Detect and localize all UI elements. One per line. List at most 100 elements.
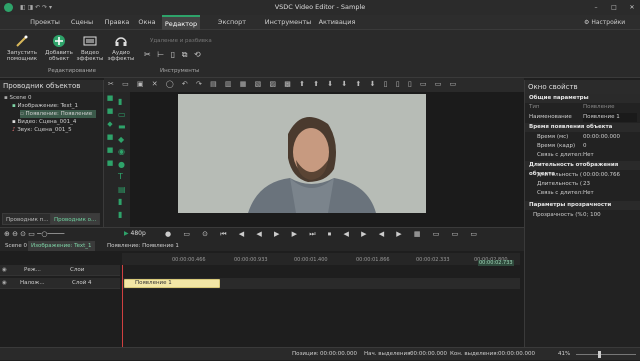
tab-project-explorer[interactable]: Проводник п... — [2, 213, 53, 225]
menu-activation[interactable]: Активация — [316, 15, 358, 30]
ruler-tick: 00:00:02.333 — [416, 257, 450, 263]
person-image — [178, 94, 426, 213]
transparency-section[interactable]: Параметры прозрачности — [525, 201, 640, 210]
wand-icon — [16, 35, 28, 47]
selection-end-value: 00:00:00.000 — [498, 351, 535, 357]
track-layer-label: Слой 4 — [72, 280, 92, 286]
menu-projects[interactable]: Проекты — [28, 15, 62, 30]
add-object-button[interactable]: Добавить объект — [44, 34, 74, 62]
properties-panel: Окно свойств Общие параметры Тип Появлен… — [524, 80, 640, 347]
ruler-tick: 00:00:00.933 — [234, 257, 268, 263]
title-bar: ◧ ◨ ↶ ↷ ▾ VSDC Video Editor - Sample – □… — [0, 0, 640, 15]
link-label: Связь с длител: — [537, 152, 583, 158]
duration-section[interactable]: Длительность отображения объекта — [525, 161, 640, 177]
video-effects-label: Видео эффекты — [76, 50, 104, 62]
settings-button[interactable]: ⚙ Настройки — [584, 15, 638, 30]
track-row[interactable]: ◉ Налож... Слой 4 — [0, 278, 120, 289]
resolution-select[interactable]: ▶ 480p — [124, 230, 158, 240]
maximize-button[interactable]: □ — [606, 0, 622, 15]
dur-ms-label: Длительность ( — [537, 172, 583, 178]
timeline-header-row: ◉ Реж... Слои — [0, 265, 120, 276]
menu-edit[interactable]: Правка — [102, 15, 132, 30]
header-layers-label: Слои — [70, 267, 85, 273]
tree-item-image[interactable]: ▪ Изображение: Text_1 — [12, 102, 78, 110]
tree-item-video[interactable]: ▪ Видео: Сцена_001_4 — [12, 118, 76, 126]
close-button[interactable]: ✕ — [624, 0, 640, 15]
timeline-ruler[interactable]: 00:00:00.466 00:00:00.933 00:00:01.400 0… — [122, 253, 520, 266]
zoom-controls[interactable]: ⊕ ⊖ ⊙ ▭ ─○──── — [4, 230, 84, 240]
general-section[interactable]: Общие параметры — [525, 94, 640, 103]
header-mode-label: Реж... — [24, 267, 41, 273]
add-object-label: Добавить объект — [45, 50, 73, 62]
launch-wizard-label: Запустить помощник — [6, 50, 38, 62]
object-explorer-title: Проводник объектов — [0, 80, 103, 92]
end-marker[interactable]: 00:00:02.733 — [478, 260, 514, 266]
zoom-slider-handle[interactable] — [598, 351, 601, 358]
object-explorer-panel: Проводник объектов ▪ Scene 0 ▪ Изображен… — [0, 80, 104, 227]
dur-frame-value[interactable]: 23 — [583, 180, 590, 189]
menu-windows[interactable]: Окна — [134, 15, 160, 30]
tree-item-appearance[interactable]: ▫ Появление: Появление — [20, 110, 97, 118]
time-frame-value[interactable]: 0 — [583, 142, 587, 151]
time-frame-label: Время (кадр) — [537, 143, 576, 149]
tab-appearance[interactable]: Появление: Появление 1 — [104, 241, 182, 251]
col-name-label: Тип — [529, 104, 540, 110]
selection-end-label: Кон. выделения: — [450, 351, 499, 357]
dur-frame-label: Длительность ( — [537, 181, 583, 187]
video-frame[interactable] — [178, 94, 426, 213]
link-value[interactable]: Нет — [583, 151, 594, 160]
position-value: 00:00:00.000 — [320, 351, 357, 357]
eye-icon[interactable]: ◉ — [2, 265, 7, 276]
status-bar: Позиция: 00:00:00.000 Нач. выделения: 00… — [0, 347, 640, 360]
menu-editor[interactable]: Редактор — [162, 15, 200, 30]
menu-bar: Проекты Сцены Правка Окна Редактор Экспо… — [0, 15, 640, 41]
launch-wizard-button[interactable]: Запустить помощник — [4, 34, 40, 62]
quick-access-icons[interactable]: ◧ ◨ ↶ ↷ ▾ — [20, 4, 68, 11]
window-title: VSDC Video Editor - Sample — [274, 3, 366, 11]
audio-effects-button[interactable]: Аудио эффекты — [106, 34, 136, 62]
tab-image-text[interactable]: Изображение: Text_1 — [28, 241, 95, 251]
zoom-slider[interactable] — [576, 351, 636, 358]
cut-tools-icons[interactable]: ✂ ⊢ ▯ ⧉ ⟲ — [144, 50, 224, 60]
group-editing-label: Редактирование — [48, 68, 96, 74]
selection-start-label: Нач. выделения: — [364, 351, 413, 357]
playhead[interactable] — [122, 265, 123, 347]
play-small-icon: ▶ — [124, 230, 129, 237]
ruler-tick: 00:00:00.466 — [172, 257, 206, 263]
time-ms-value[interactable]: 00:00:00.000 — [583, 133, 620, 142]
clip-label: Появление 1 — [135, 280, 172, 286]
clip-appearance[interactable]: Появление 1 — [124, 279, 220, 288]
resolution-label: 480p — [130, 230, 146, 237]
tree-item-scene[interactable]: ▪ Scene 0 — [4, 94, 32, 102]
menu-scenes[interactable]: Сцены — [66, 15, 98, 30]
video-effects-button[interactable]: Видео эффекты — [76, 34, 104, 62]
vertical-tool-icons[interactable]: ▮ ▭ ▬ ◆ ◉ ● T ▤ ▮ ▮ — [118, 96, 128, 221]
toolbar-icons[interactable]: ✂ ▭ ▣ ✕ ◯ ↶ ↷ ▤ ▥ ▦ ▧ ▨ ▩ ⬆ ⬆ ⬇ ⬇ ⬆ ⬇ ▯ … — [108, 80, 520, 90]
minimize-button[interactable]: – — [588, 0, 604, 15]
dur-ms-value[interactable]: 00:00:00.766 — [583, 171, 620, 180]
transparency-label: Прозрачность (% — [533, 212, 583, 218]
name-value[interactable]: Появление 1 — [583, 113, 637, 122]
menu-tools[interactable]: Инструменты — [264, 15, 312, 30]
menu-export[interactable]: Экспорт проекта — [204, 15, 260, 41]
headphones-icon — [115, 37, 127, 46]
zoom-value: 41% — [558, 351, 571, 357]
link2-value[interactable]: Нет — [583, 189, 594, 198]
timeline-area: ◉ Реж... Слои ◉ Налож... Слой 4 Появлени… — [0, 251, 524, 347]
ruler-tick: 00:00:01.400 — [294, 257, 328, 263]
transparency-value[interactable]: 0; 100 — [583, 211, 601, 220]
audio-effects-label: Аудио эффекты — [107, 50, 135, 62]
tab-object-explorer[interactable]: Проводник о... — [50, 213, 101, 225]
col-value-label: Появление — [583, 104, 615, 110]
aux-tools-strip[interactable]: ■ ■ ◆ ■ ■ ■ — [104, 92, 116, 227]
tree-item-audio[interactable]: ♪ Звук: Сцена_001_5 — [12, 126, 72, 134]
time-section[interactable]: Время появления объекта — [525, 123, 640, 132]
timeline-tabs: Scene 0 Изображение: Text_1 Появление: П… — [0, 241, 524, 251]
tab-scene-0[interactable]: Scene 0 — [2, 241, 30, 251]
film-icon — [83, 36, 97, 46]
plus-circle-icon — [53, 35, 65, 47]
ruler-tick: 00:00:01.866 — [356, 257, 390, 263]
transport-buttons[interactable]: ● ▭ ⊙ ⏮ ◀ ◀ ▶ ▶ ⏭ ⏹ ◀ ▶ ◀ ▶ ▦ ▭ ▭ ▭ — [165, 230, 477, 240]
track-eye-icon[interactable]: ◉ — [2, 278, 7, 289]
player-controls: ⊕ ⊖ ⊙ ▭ ─○──── ▶ 480p ● ▭ ⊙ ⏮ ◀ ◀ ▶ ▶ ⏭ … — [0, 227, 524, 241]
